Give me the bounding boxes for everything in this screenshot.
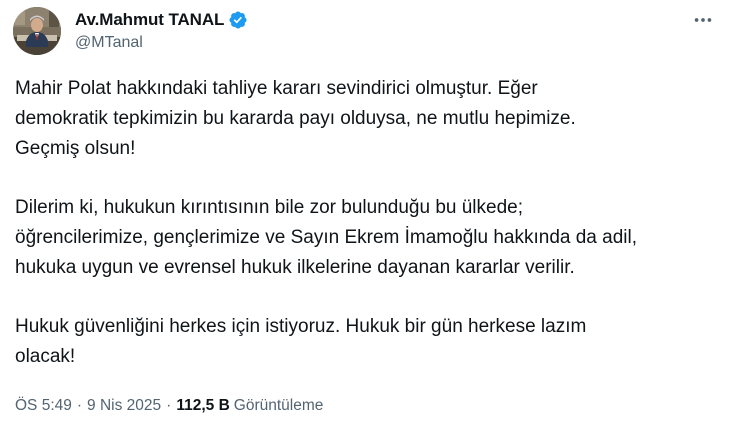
more-options-button[interactable] [688, 8, 718, 32]
author-display-name[interactable]: Av.Mahmut TANAL [75, 10, 224, 30]
avatar[interactable] [13, 7, 61, 55]
tweet-date[interactable]: 9 Nis 2025 [87, 397, 161, 415]
tweet-paragraph: Dilerim ki, hukukun kırıntısının bile zo… [15, 197, 637, 278]
tweet-time[interactable]: ÖS 5:49 [15, 397, 72, 415]
tweet-meta: ÖS 5:49 · 9 Nis 2025 · 112,5 B Görüntüle… [15, 397, 323, 415]
more-options-icon [694, 18, 712, 22]
tweet-card: Av.Mahmut TANAL @MTanal Mahir Polat hakk… [0, 0, 732, 430]
author-name-row: Av.Mahmut TANAL [75, 9, 248, 31]
meta-separator: · [166, 397, 172, 414]
tweet-paragraph: Mahir Polat hakkındaki tahliye kararı se… [15, 78, 576, 159]
views-label: Görüntüleme [233, 397, 324, 414]
tweet-text: Mahir Polat hakkındaki tahliye kararı se… [15, 74, 720, 372]
profile-photo [13, 7, 61, 55]
verified-badge-icon [228, 10, 248, 30]
meta-separator: · [76, 397, 83, 414]
views-count[interactable]: 112,5 B [176, 397, 229, 415]
tweet-paragraph: Hukuk güvenliğini herkes için istiyoruz.… [15, 316, 587, 367]
author-handle[interactable]: @MTanal [75, 34, 143, 52]
